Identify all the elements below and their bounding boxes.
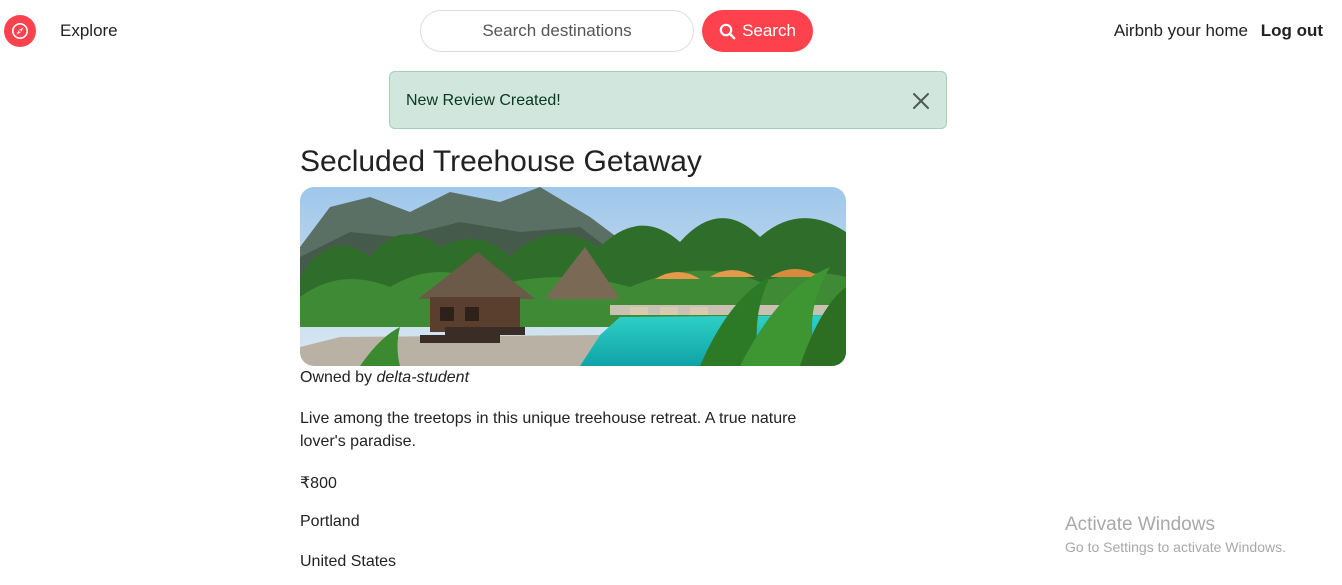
listing-country: United States	[300, 553, 397, 570]
nav-host-link[interactable]: Airbnb your home	[1114, 21, 1248, 41]
activate-windows-subtitle: Go to Settings to activate Windows.	[1065, 539, 1286, 555]
navbar: Explore Search Airbnb your home Log out	[0, 0, 1342, 62]
listing-location: Portland	[300, 513, 360, 530]
search-button-label: Search	[742, 21, 796, 40]
search-button[interactable]: Search	[702, 10, 813, 52]
owner-line: Owned by delta-student	[300, 369, 469, 387]
flash-alert: New Review Created!	[389, 71, 947, 129]
nav-logout-link[interactable]: Log out	[1261, 21, 1323, 41]
listing-title: Secluded Treehouse Getaway	[300, 145, 702, 178]
flash-message: New Review Created!	[406, 92, 561, 109]
owner-name: delta-student	[376, 369, 470, 386]
owner-prefix: Owned by	[300, 369, 373, 386]
close-icon[interactable]	[910, 90, 932, 112]
compass-icon[interactable]	[4, 15, 36, 47]
search-input[interactable]	[420, 10, 694, 52]
listing-image	[300, 187, 846, 366]
listing-description: Live among the treetops in this unique t…	[300, 410, 797, 450]
nav-explore-link[interactable]: Explore	[60, 21, 118, 41]
listing-price: ₹800	[300, 475, 337, 492]
activate-windows-title: Activate Windows	[1065, 514, 1215, 535]
search-icon	[719, 23, 736, 39]
